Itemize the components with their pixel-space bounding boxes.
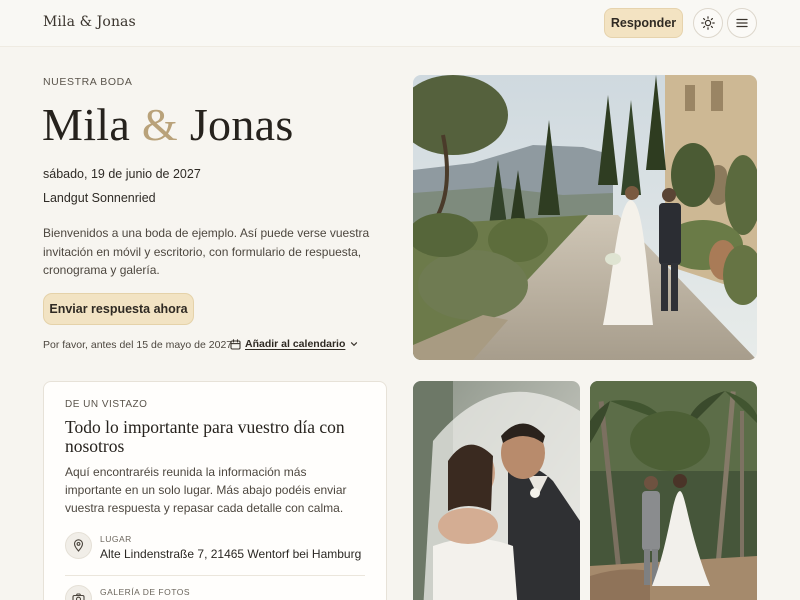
intro-text: Bienvenidos a una boda de ejemplo. Así p… bbox=[43, 226, 370, 277]
divider bbox=[65, 575, 365, 576]
wedding-date: sábado, 19 de junio de 2027 bbox=[43, 167, 201, 181]
info-row-gallery[interactable]: GALERÍA DE FOTOS bbox=[65, 585, 365, 600]
camera-icon bbox=[65, 585, 92, 600]
wedding-venue: Landgut Sonnenried bbox=[43, 191, 156, 205]
respond-button[interactable]: Responder bbox=[604, 8, 683, 38]
place-address: Alte Lindenstraße 7, 21465 Wentorf bei H… bbox=[100, 547, 362, 561]
hamburger-menu-icon bbox=[736, 18, 748, 28]
hero-eyebrow: NUESTRA BODA bbox=[43, 76, 133, 88]
add-to-calendar-label: Añadir al calendario bbox=[245, 338, 346, 350]
send-response-button[interactable]: Enviar respuesta ahora bbox=[43, 293, 194, 325]
theme-toggle-button[interactable] bbox=[693, 8, 723, 38]
overview-eyebrow: DE UN VISTAZO bbox=[65, 399, 148, 410]
overview-title: Todo lo importante para vuestro día con … bbox=[65, 417, 345, 456]
gallery-label: GALERÍA DE FOTOS bbox=[100, 587, 191, 597]
menu-button[interactable] bbox=[727, 8, 757, 38]
hero-photo-couple-walking bbox=[413, 75, 757, 360]
overview-text: Aquí encontraréis reunida la información… bbox=[65, 465, 347, 516]
overview-card: DE UN VISTAZO Todo lo importante para vu… bbox=[43, 381, 387, 600]
groom-bride-name-2: Jonas bbox=[189, 99, 294, 150]
sun-icon bbox=[701, 16, 715, 30]
top-bar: Mila & Jonas Responder bbox=[0, 0, 800, 47]
calendar-icon bbox=[230, 338, 241, 350]
brand-logo[interactable]: Mila & Jonas bbox=[43, 14, 136, 30]
photo-couple-palm-garden bbox=[590, 381, 757, 600]
rsvp-deadline: Por favor, antes del 15 de mayo de 2027 bbox=[43, 339, 233, 351]
add-to-calendar-link[interactable]: Añadir al calendario bbox=[230, 338, 359, 350]
photo-couple-veil bbox=[413, 381, 580, 600]
info-row-place[interactable]: LUGAR Alte Lindenstraße 7, 21465 Wentorf… bbox=[65, 532, 365, 572]
place-label: LUGAR bbox=[100, 534, 132, 544]
ampersand: & bbox=[141, 99, 178, 150]
hero-title: Mila & Jonas bbox=[42, 98, 294, 151]
chevron-down-icon bbox=[351, 342, 358, 347]
groom-bride-name-1: Mila bbox=[42, 99, 131, 150]
location-pin-icon bbox=[65, 532, 92, 559]
